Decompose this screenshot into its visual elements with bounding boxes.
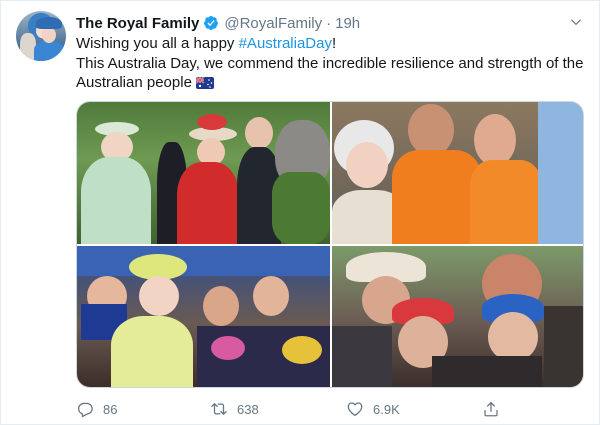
photo-queen-ses-volunteers[interactable] xyxy=(332,102,583,244)
author-name[interactable]: The Royal Family xyxy=(76,15,199,32)
photo-queen-crowd-flags[interactable] xyxy=(77,246,330,387)
tweet-body-text: This Australia Day, we commend the incre… xyxy=(76,54,584,92)
photo-queen-koala[interactable] xyxy=(77,102,330,244)
verified-badge-icon xyxy=(204,16,219,30)
share-icon xyxy=(484,401,498,417)
line1-prefix: Wishing you all a happy xyxy=(76,35,239,52)
tweet-body: This Australia Day, we commend the incre… xyxy=(76,54,588,93)
avatar-figure-coat xyxy=(34,41,64,61)
reply-count: 86 xyxy=(103,401,118,417)
australia-flag-emoji-icon xyxy=(195,77,214,89)
avatar-figure-face xyxy=(42,27,56,43)
avatar-figure-hat xyxy=(36,17,62,29)
media-grid xyxy=(76,101,584,388)
tweet-actions: 86 638 6.9K xyxy=(76,399,516,419)
tweet-header: The Royal Family @RoyalFamily · 19h xyxy=(76,13,360,33)
reply-button[interactable]: 86 xyxy=(76,399,117,419)
line1-suffix: ! xyxy=(331,35,337,52)
reply-icon xyxy=(77,402,93,418)
photo-crowd-cheering[interactable] xyxy=(332,246,583,387)
retweet-count: 638 xyxy=(237,401,259,417)
retweet-button[interactable]: 638 xyxy=(210,399,259,419)
heart-icon xyxy=(347,402,363,417)
retweet-icon xyxy=(211,403,227,415)
like-button[interactable]: 6.9K xyxy=(346,399,400,419)
chevron-down-icon[interactable] xyxy=(569,15,583,29)
tweet-text: Wishing you all a happy #AustraliaDay! T… xyxy=(76,34,588,93)
avatar[interactable] xyxy=(16,11,66,61)
share-button[interactable] xyxy=(482,399,509,419)
timestamp[interactable]: 19h xyxy=(335,15,360,32)
hashtag-link[interactable]: #AustraliaDay xyxy=(239,35,332,52)
tweet-line-1: Wishing you all a happy #AustraliaDay! xyxy=(76,34,588,54)
like-count: 6.9K xyxy=(373,401,400,417)
header-separator: · xyxy=(326,14,332,32)
tweet-card[interactable]: The Royal Family @RoyalFamily · 19h Wish… xyxy=(0,0,600,425)
author-handle[interactable]: @RoyalFamily xyxy=(224,15,322,32)
